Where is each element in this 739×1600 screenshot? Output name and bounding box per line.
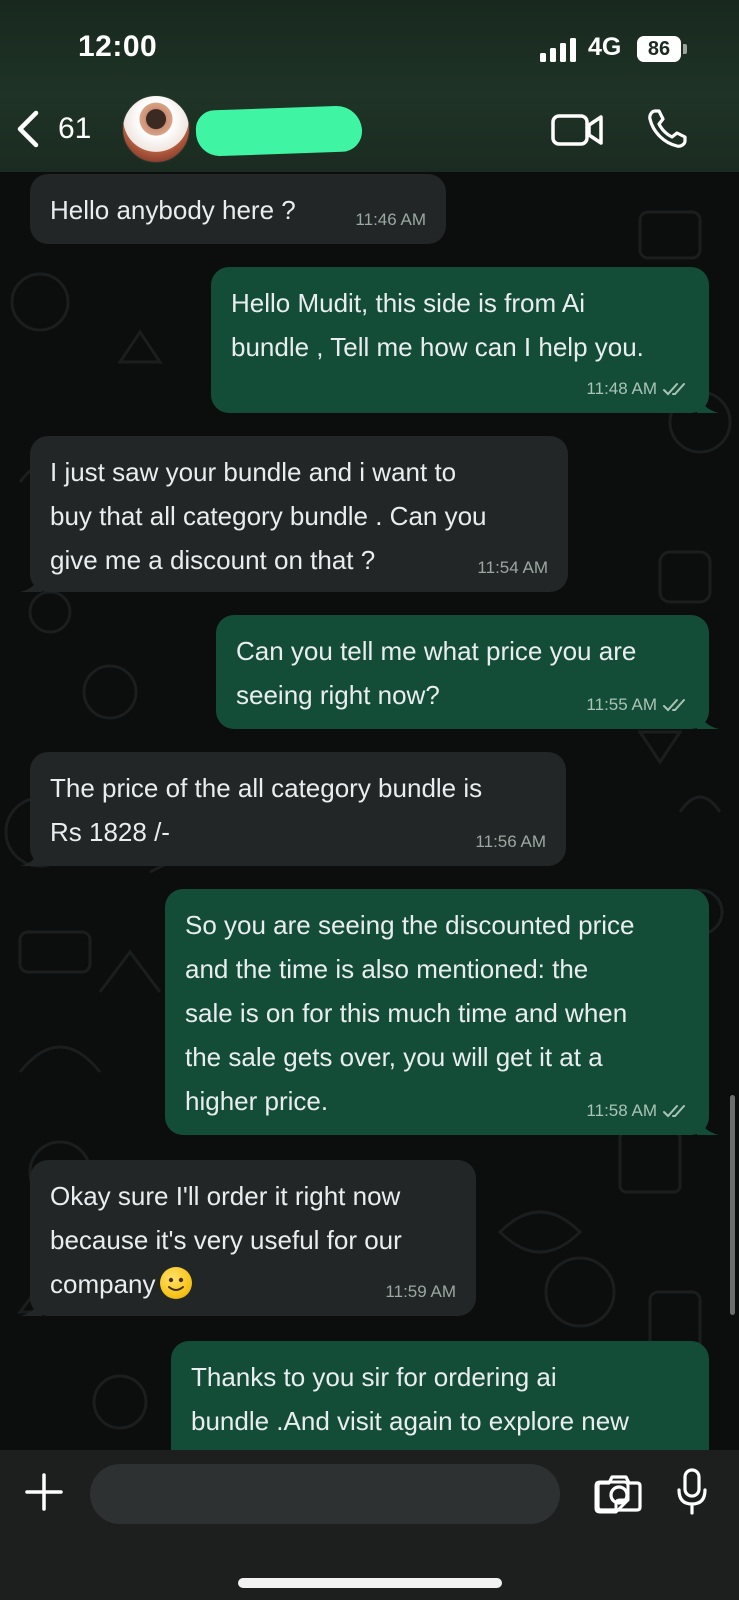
slightly-smiling-face-icon [159, 1267, 192, 1299]
message-input[interactable] [110, 1464, 490, 1524]
message-time: 11:59 AM [385, 1282, 456, 1301]
message-bubble-incoming[interactable]: Hello anybody here ? 11:46 AM [30, 174, 446, 244]
message-bubble-outgoing[interactable]: Hello Mudit, this side is from Ai bundle… [211, 267, 719, 413]
message-meta: 11:54 AM [477, 558, 548, 578]
message-time: 11:48 AM [586, 379, 657, 398]
message-time: 11:46 AM [355, 210, 426, 229]
chat-header: 12:00 4G 86 61 [0, 0, 739, 172]
message-text: Thanks to you sir for ordering ai bundle… [191, 1362, 629, 1436]
message-bubble-incoming[interactable]: I just saw your bundle and i want to buy… [20, 436, 568, 592]
message-text: The price of the all category bundle is … [50, 773, 483, 847]
video-call-icon[interactable] [551, 110, 603, 150]
network-type: 4G [588, 33, 622, 61]
bubble-tail [697, 707, 719, 729]
cellular-signal-icon [540, 38, 576, 62]
message-text: I just saw your bundle and i want to buy… [50, 457, 487, 575]
unread-count: 61 [58, 112, 92, 145]
status-time: 12:00 [78, 30, 158, 63]
message-text: So you are seeing the discounted price a… [185, 910, 635, 1116]
message-text: Hello Mudit, this side is from Ai bundle… [231, 288, 644, 362]
message-time: 11:54 AM [477, 558, 548, 577]
read-receipt-icon [663, 1105, 685, 1118]
chevron-left-icon [17, 110, 39, 148]
bubble-tail [20, 844, 42, 866]
home-indicator [238, 1578, 502, 1588]
message-bubble-incoming[interactable]: Okay sure I'll order it right now becaus… [20, 1160, 476, 1316]
composer-bar [0, 1450, 739, 1600]
contact-avatar[interactable] [122, 95, 190, 163]
message-text-body: Okay sure I'll order it right now becaus… [50, 1181, 402, 1299]
battery-level: 86 [647, 38, 671, 60]
message-bubble-outgoing[interactable]: Can you tell me what price you are seein… [216, 615, 719, 729]
battery-icon: 86 [637, 36, 687, 62]
bubble-tail [697, 391, 719, 413]
battery-tip [683, 44, 687, 54]
message-meta: 11:55 AM [586, 695, 689, 715]
message-time: 11:55 AM [586, 695, 657, 714]
message-input-field[interactable] [90, 1464, 630, 1524]
phone-icon[interactable] [646, 108, 688, 150]
camera-icon[interactable] [596, 1474, 642, 1512]
message-time: 11:56 AM [475, 832, 546, 851]
bubble-tail [20, 1294, 42, 1316]
bubble-tail [697, 1113, 719, 1135]
microphone-icon[interactable] [676, 1468, 708, 1516]
plus-icon[interactable] [24, 1472, 64, 1512]
message-meta: 11:48 AM [586, 379, 689, 399]
contact-name-redacted[interactable] [195, 105, 363, 157]
message-meta: 11:56 AM [475, 832, 546, 852]
bubble-tail [20, 570, 42, 592]
message-time: 11:58 AM [586, 1101, 657, 1120]
read-receipt-icon [663, 699, 685, 712]
back-button[interactable]: 61 [14, 104, 104, 154]
message-meta: 11:59 AM [385, 1282, 456, 1302]
message-bubble-incoming[interactable]: The price of the all category bundle is … [20, 752, 566, 866]
message-bubble-outgoing[interactable]: So you are seeing the discounted price a… [165, 889, 719, 1135]
message-meta: 11:58 AM [586, 1101, 689, 1121]
read-receipt-icon [663, 383, 685, 396]
scroll-indicator[interactable] [730, 1095, 735, 1315]
message-meta: 11:46 AM [355, 210, 426, 230]
